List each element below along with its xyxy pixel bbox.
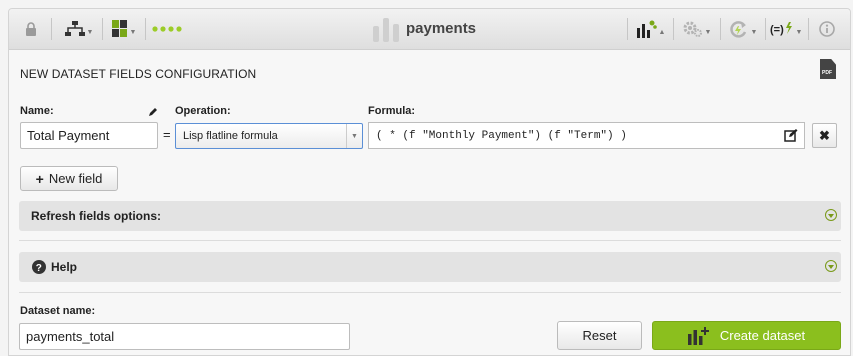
dataset-name-input[interactable]: payments_total xyxy=(19,323,350,350)
refresh-icon[interactable]: ▼ xyxy=(725,9,761,49)
toolbar: ▼ ▼ payments ▲ ▼ ▼ (=) ▼ xyxy=(9,9,850,50)
chevron-up-icon: ▲ xyxy=(658,28,666,36)
chevron-down-icon: ▼ xyxy=(750,28,758,36)
toolbar-separator xyxy=(51,18,52,40)
help-panel[interactable]: ? Help xyxy=(19,252,841,282)
divider xyxy=(19,240,841,241)
page-title: payments xyxy=(406,20,477,37)
dots-icon xyxy=(151,9,183,49)
remove-field-button[interactable]: ✖ xyxy=(812,123,837,148)
plus-icon: + xyxy=(35,170,44,187)
toolbar-separator xyxy=(102,18,103,40)
reset-button[interactable]: Reset xyxy=(557,321,642,350)
help-label: Help xyxy=(51,260,78,274)
create-dataset-icon xyxy=(687,326,709,345)
toolbar-separator xyxy=(765,18,766,40)
chevron-down-icon: ▼ xyxy=(346,124,362,148)
info-icon[interactable] xyxy=(815,9,839,49)
pdf-icon[interactable]: PDF xyxy=(820,59,836,79)
new-field-label: New field xyxy=(48,171,103,186)
name-label: Name: xyxy=(20,105,54,117)
formula-value: ( * (f "Monthly Payment") (f "Term") ) xyxy=(376,129,627,142)
divider xyxy=(19,292,841,293)
dataset-name-label: Dataset name: xyxy=(20,305,96,317)
toolbar-separator xyxy=(808,18,809,40)
section-title: NEW DATASET FIELDS CONFIGURATION xyxy=(20,67,257,81)
toolbar-separator xyxy=(673,18,674,40)
main-panel: ▼ ▼ payments ▲ ▼ ▼ (=) ▼ NEW DATASET FIE… xyxy=(8,8,851,356)
svg-text:(=): (=) xyxy=(770,24,784,36)
model-icon[interactable]: ▲ xyxy=(635,9,667,49)
formula-input[interactable]: ( * (f "Monthly Payment") (f "Term") ) xyxy=(368,122,805,149)
pdf-icon-label: PDF xyxy=(822,70,832,76)
equals-sign: = xyxy=(163,127,171,142)
expand-toggle-icon[interactable] xyxy=(825,209,837,221)
new-field-button[interactable]: + New field xyxy=(20,166,118,191)
svg-text:?: ? xyxy=(36,263,42,274)
operation-select[interactable]: Lisp flatline formula ▼ xyxy=(175,123,363,149)
operation-label: Operation: xyxy=(175,105,231,117)
lock-icon[interactable] xyxy=(21,9,41,49)
chevron-down-icon: ▼ xyxy=(795,28,803,36)
formula-icon[interactable]: (=) ▼ xyxy=(769,9,803,49)
formula-label: Formula: xyxy=(368,105,416,117)
field-name-input[interactable]: Total Payment xyxy=(20,122,158,149)
gear-icon[interactable]: ▼ xyxy=(679,9,715,49)
bars-logo-icon xyxy=(371,9,401,49)
numbers-icon[interactable]: ▼ xyxy=(109,9,139,49)
edit-icon[interactable] xyxy=(784,128,798,142)
chevron-down-icon: ▼ xyxy=(129,28,137,36)
tree-icon[interactable]: ▼ xyxy=(63,9,95,49)
toolbar-separator xyxy=(627,18,628,40)
chevron-down-icon: ▼ xyxy=(704,28,712,36)
create-dataset-label: Create dataset xyxy=(719,328,806,343)
refresh-options-panel[interactable]: Refresh fields options: xyxy=(19,201,841,231)
refresh-options-label: Refresh fields options: xyxy=(31,209,162,223)
expand-toggle-icon[interactable] xyxy=(825,260,837,272)
toolbar-separator xyxy=(720,18,721,40)
create-dataset-button[interactable]: Create dataset xyxy=(652,321,841,350)
help-icon: ? xyxy=(32,260,46,274)
chevron-down-icon: ▼ xyxy=(86,28,94,36)
pencil-icon[interactable] xyxy=(148,104,158,122)
toolbar-separator xyxy=(145,18,146,40)
operation-select-value: Lisp flatline formula xyxy=(183,130,278,142)
